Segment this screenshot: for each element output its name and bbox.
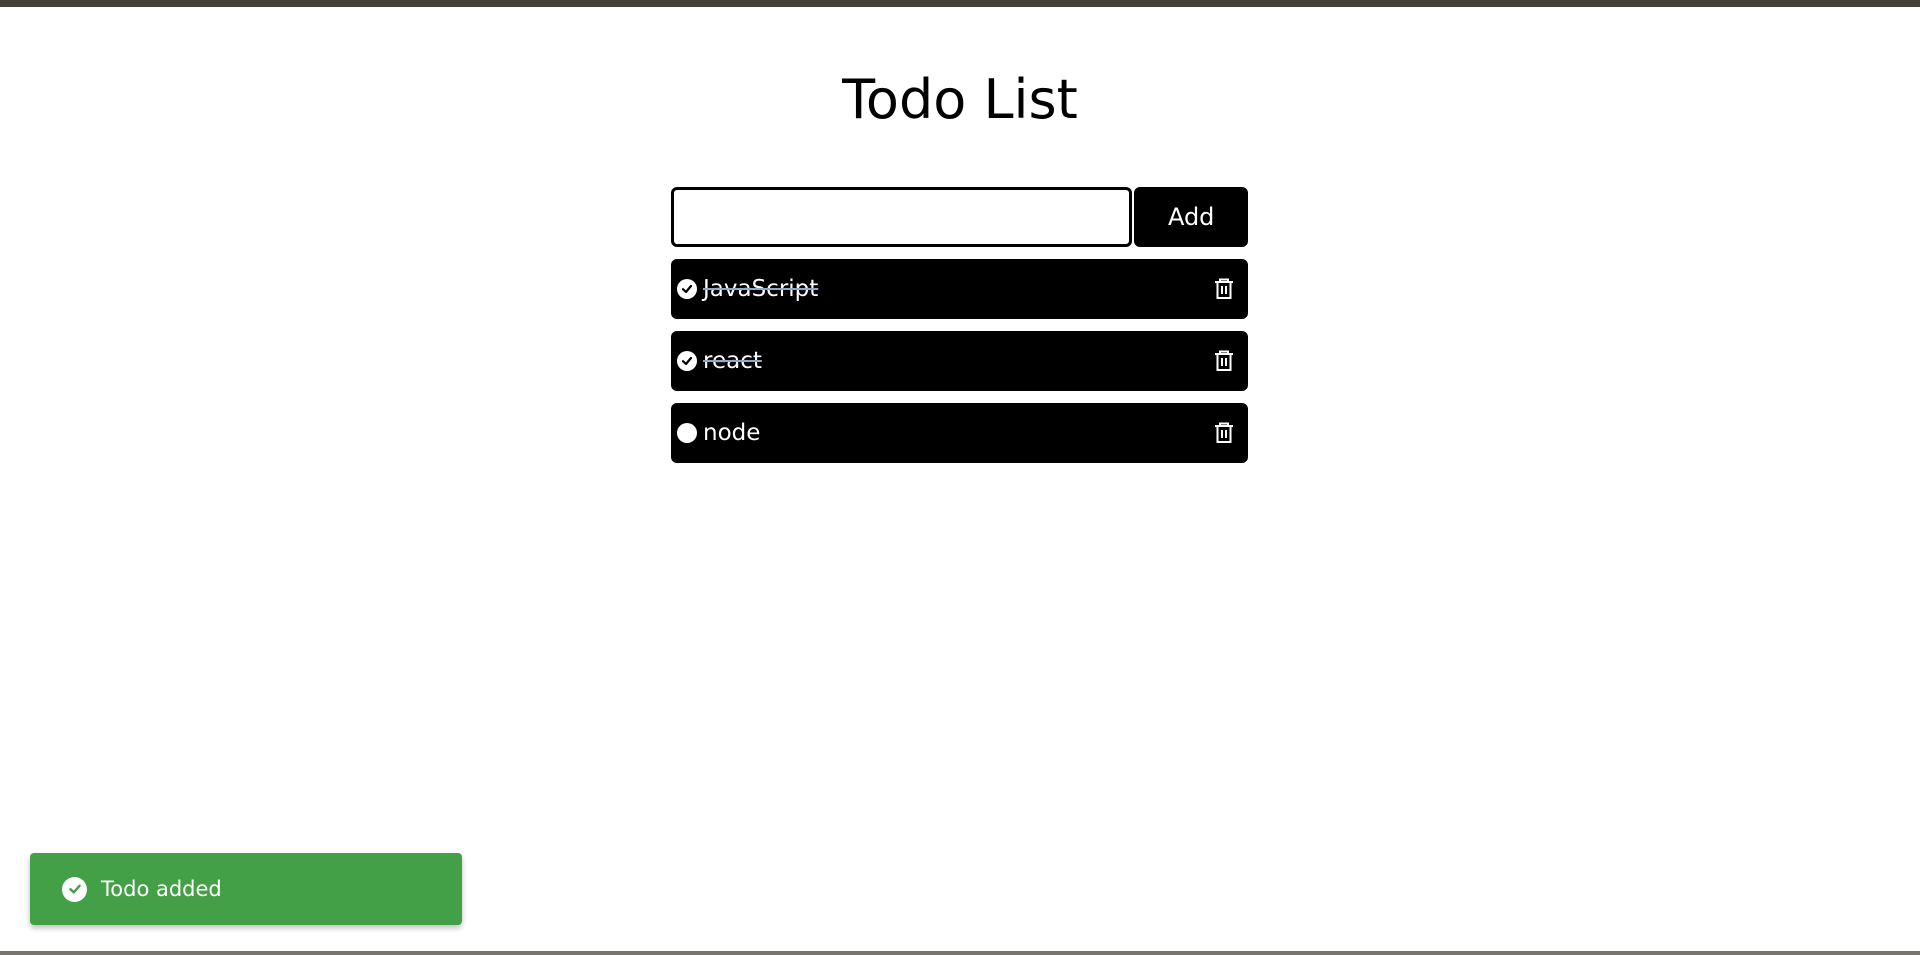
toast-notification[interactable]: Todo added [30, 853, 462, 925]
add-button[interactable]: Add [1134, 187, 1248, 247]
trash-icon[interactable] [1210, 347, 1238, 375]
check-circle-icon [62, 876, 87, 902]
todo-text: JavaScript [703, 276, 819, 302]
todo-item[interactable]: JavaScript [671, 259, 1248, 319]
todo-list: JavaScript react node [671, 259, 1248, 475]
todo-item[interactable]: node [671, 403, 1248, 463]
todo-input[interactable] [671, 187, 1133, 247]
window-top-bar [0, 0, 1920, 7]
todo-text: node [703, 420, 761, 446]
window-bottom-bar [0, 951, 1920, 955]
trash-icon[interactable] [1210, 419, 1238, 447]
todo-item[interactable]: react [671, 331, 1248, 391]
page-title: Todo List [842, 68, 1078, 131]
circle-icon[interactable] [677, 423, 697, 443]
trash-icon[interactable] [1210, 275, 1238, 303]
toast-message: Todo added [101, 877, 222, 901]
check-circle-icon[interactable] [677, 351, 697, 371]
check-circle-icon[interactable] [677, 279, 697, 299]
todo-text: react [703, 348, 762, 374]
add-todo-form: Add [671, 187, 1248, 247]
